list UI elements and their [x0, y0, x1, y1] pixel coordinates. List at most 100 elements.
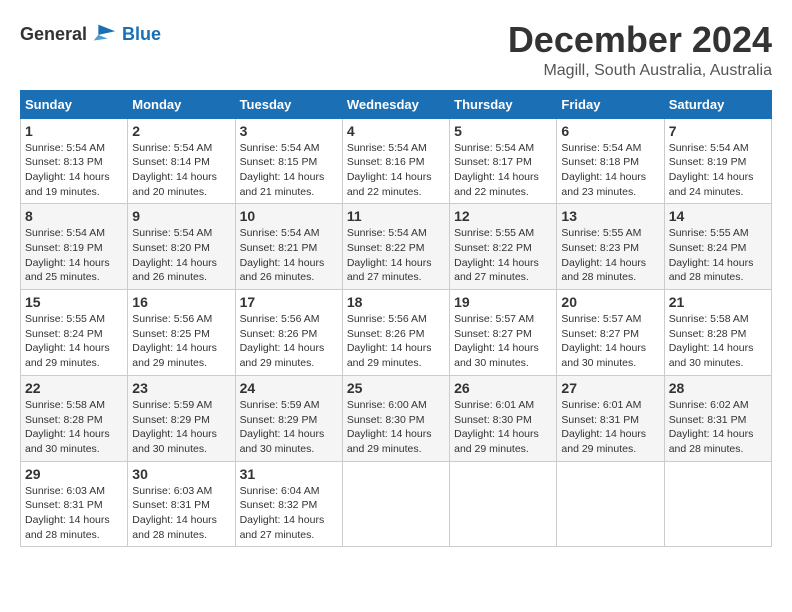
- calendar-cell: 31 Sunrise: 6:04 AMSunset: 8:32 PMDaylig…: [235, 461, 342, 547]
- day-detail: Sunrise: 6:02 AMSunset: 8:31 PMDaylight:…: [669, 399, 754, 455]
- day-number: 31: [240, 466, 338, 482]
- day-number: 17: [240, 294, 338, 310]
- day-detail: Sunrise: 6:03 AMSunset: 8:31 PMDaylight:…: [132, 485, 217, 541]
- calendar-cell: 7 Sunrise: 5:54 AMSunset: 8:19 PMDayligh…: [664, 118, 771, 204]
- logo-bird-icon: [89, 20, 117, 48]
- day-detail: Sunrise: 5:54 AMSunset: 8:19 PMDaylight:…: [669, 142, 754, 198]
- day-number: 20: [561, 294, 659, 310]
- logo-general: General: [20, 24, 87, 45]
- day-detail: Sunrise: 6:00 AMSunset: 8:30 PMDaylight:…: [347, 399, 432, 455]
- day-number: 13: [561, 208, 659, 224]
- day-number: 18: [347, 294, 445, 310]
- day-number: 23: [132, 380, 230, 396]
- calendar-cell: 14 Sunrise: 5:55 AMSunset: 8:24 PMDaylig…: [664, 204, 771, 290]
- day-detail: Sunrise: 5:54 AMSunset: 8:21 PMDaylight:…: [240, 227, 325, 283]
- calendar-cell: 15 Sunrise: 5:55 AMSunset: 8:24 PMDaylig…: [21, 290, 128, 376]
- calendar-cell: 9 Sunrise: 5:54 AMSunset: 8:20 PMDayligh…: [128, 204, 235, 290]
- day-number: 19: [454, 294, 552, 310]
- day-number: 4: [347, 123, 445, 139]
- calendar-cell: 12 Sunrise: 5:55 AMSunset: 8:22 PMDaylig…: [450, 204, 557, 290]
- col-wednesday: Wednesday: [342, 90, 449, 118]
- calendar-cell: 11 Sunrise: 5:54 AMSunset: 8:22 PMDaylig…: [342, 204, 449, 290]
- day-detail: Sunrise: 5:57 AMSunset: 8:27 PMDaylight:…: [561, 313, 646, 369]
- day-number: 2: [132, 123, 230, 139]
- day-detail: Sunrise: 5:56 AMSunset: 8:26 PMDaylight:…: [347, 313, 432, 369]
- calendar-cell: [342, 461, 449, 547]
- day-detail: Sunrise: 5:54 AMSunset: 8:22 PMDaylight:…: [347, 227, 432, 283]
- day-detail: Sunrise: 5:55 AMSunset: 8:23 PMDaylight:…: [561, 227, 646, 283]
- day-number: 27: [561, 380, 659, 396]
- day-detail: Sunrise: 5:57 AMSunset: 8:27 PMDaylight:…: [454, 313, 539, 369]
- calendar-cell: 21 Sunrise: 5:58 AMSunset: 8:28 PMDaylig…: [664, 290, 771, 376]
- day-detail: Sunrise: 5:54 AMSunset: 8:16 PMDaylight:…: [347, 142, 432, 198]
- day-detail: Sunrise: 5:58 AMSunset: 8:28 PMDaylight:…: [669, 313, 754, 369]
- day-number: 29: [25, 466, 123, 482]
- day-number: 24: [240, 380, 338, 396]
- day-number: 5: [454, 123, 552, 139]
- day-number: 25: [347, 380, 445, 396]
- day-detail: Sunrise: 5:58 AMSunset: 8:28 PMDaylight:…: [25, 399, 110, 455]
- calendar-title: December 2024: [508, 20, 772, 60]
- day-number: 26: [454, 380, 552, 396]
- day-detail: Sunrise: 5:56 AMSunset: 8:26 PMDaylight:…: [240, 313, 325, 369]
- page-header: General Blue December 2024 Magill, South…: [20, 20, 772, 80]
- calendar-cell: 28 Sunrise: 6:02 AMSunset: 8:31 PMDaylig…: [664, 375, 771, 461]
- calendar-cell: [664, 461, 771, 547]
- day-detail: Sunrise: 5:54 AMSunset: 8:17 PMDaylight:…: [454, 142, 539, 198]
- title-block: December 2024 Magill, South Australia, A…: [508, 20, 772, 80]
- day-number: 22: [25, 380, 123, 396]
- day-number: 7: [669, 123, 767, 139]
- calendar-cell: 20 Sunrise: 5:57 AMSunset: 8:27 PMDaylig…: [557, 290, 664, 376]
- calendar-cell: 5 Sunrise: 5:54 AMSunset: 8:17 PMDayligh…: [450, 118, 557, 204]
- logo: General Blue: [20, 20, 161, 48]
- calendar-cell: 6 Sunrise: 5:54 AMSunset: 8:18 PMDayligh…: [557, 118, 664, 204]
- day-number: 8: [25, 208, 123, 224]
- day-number: 9: [132, 208, 230, 224]
- day-number: 14: [669, 208, 767, 224]
- day-number: 1: [25, 123, 123, 139]
- day-number: 15: [25, 294, 123, 310]
- calendar-cell: 30 Sunrise: 6:03 AMSunset: 8:31 PMDaylig…: [128, 461, 235, 547]
- calendar-cell: 25 Sunrise: 6:00 AMSunset: 8:30 PMDaylig…: [342, 375, 449, 461]
- day-detail: Sunrise: 5:56 AMSunset: 8:25 PMDaylight:…: [132, 313, 217, 369]
- day-number: 30: [132, 466, 230, 482]
- day-number: 28: [669, 380, 767, 396]
- calendar-cell: 29 Sunrise: 6:03 AMSunset: 8:31 PMDaylig…: [21, 461, 128, 547]
- day-detail: Sunrise: 6:03 AMSunset: 8:31 PMDaylight:…: [25, 485, 110, 541]
- day-detail: Sunrise: 5:54 AMSunset: 8:20 PMDaylight:…: [132, 227, 217, 283]
- day-detail: Sunrise: 5:54 AMSunset: 8:19 PMDaylight:…: [25, 227, 110, 283]
- day-detail: Sunrise: 5:59 AMSunset: 8:29 PMDaylight:…: [240, 399, 325, 455]
- calendar-cell: 24 Sunrise: 5:59 AMSunset: 8:29 PMDaylig…: [235, 375, 342, 461]
- day-number: 21: [669, 294, 767, 310]
- day-detail: Sunrise: 5:55 AMSunset: 8:22 PMDaylight:…: [454, 227, 539, 283]
- calendar-cell: 3 Sunrise: 5:54 AMSunset: 8:15 PMDayligh…: [235, 118, 342, 204]
- calendar-cell: 17 Sunrise: 5:56 AMSunset: 8:26 PMDaylig…: [235, 290, 342, 376]
- day-detail: Sunrise: 5:55 AMSunset: 8:24 PMDaylight:…: [25, 313, 110, 369]
- day-detail: Sunrise: 5:54 AMSunset: 8:14 PMDaylight:…: [132, 142, 217, 198]
- day-detail: Sunrise: 6:01 AMSunset: 8:30 PMDaylight:…: [454, 399, 539, 455]
- col-friday: Friday: [557, 90, 664, 118]
- day-detail: Sunrise: 6:04 AMSunset: 8:32 PMDaylight:…: [240, 485, 325, 541]
- day-number: 3: [240, 123, 338, 139]
- calendar-cell: 22 Sunrise: 5:58 AMSunset: 8:28 PMDaylig…: [21, 375, 128, 461]
- calendar-subtitle: Magill, South Australia, Australia: [508, 62, 772, 80]
- calendar-cell: 13 Sunrise: 5:55 AMSunset: 8:23 PMDaylig…: [557, 204, 664, 290]
- day-detail: Sunrise: 5:59 AMSunset: 8:29 PMDaylight:…: [132, 399, 217, 455]
- calendar-cell: 4 Sunrise: 5:54 AMSunset: 8:16 PMDayligh…: [342, 118, 449, 204]
- day-number: 16: [132, 294, 230, 310]
- day-detail: Sunrise: 5:54 AMSunset: 8:15 PMDaylight:…: [240, 142, 325, 198]
- col-monday: Monday: [128, 90, 235, 118]
- calendar-cell: 27 Sunrise: 6:01 AMSunset: 8:31 PMDaylig…: [557, 375, 664, 461]
- day-number: 10: [240, 208, 338, 224]
- col-tuesday: Tuesday: [235, 90, 342, 118]
- calendar-cell: [450, 461, 557, 547]
- logo-blue: Blue: [117, 24, 161, 45]
- calendar-cell: 8 Sunrise: 5:54 AMSunset: 8:19 PMDayligh…: [21, 204, 128, 290]
- day-detail: Sunrise: 5:54 AMSunset: 8:13 PMDaylight:…: [25, 142, 110, 198]
- calendar-cell: [557, 461, 664, 547]
- day-detail: Sunrise: 5:55 AMSunset: 8:24 PMDaylight:…: [669, 227, 754, 283]
- calendar-table: Sunday Monday Tuesday Wednesday Thursday…: [20, 90, 772, 548]
- calendar-cell: 26 Sunrise: 6:01 AMSunset: 8:30 PMDaylig…: [450, 375, 557, 461]
- day-detail: Sunrise: 6:01 AMSunset: 8:31 PMDaylight:…: [561, 399, 646, 455]
- day-number: 11: [347, 208, 445, 224]
